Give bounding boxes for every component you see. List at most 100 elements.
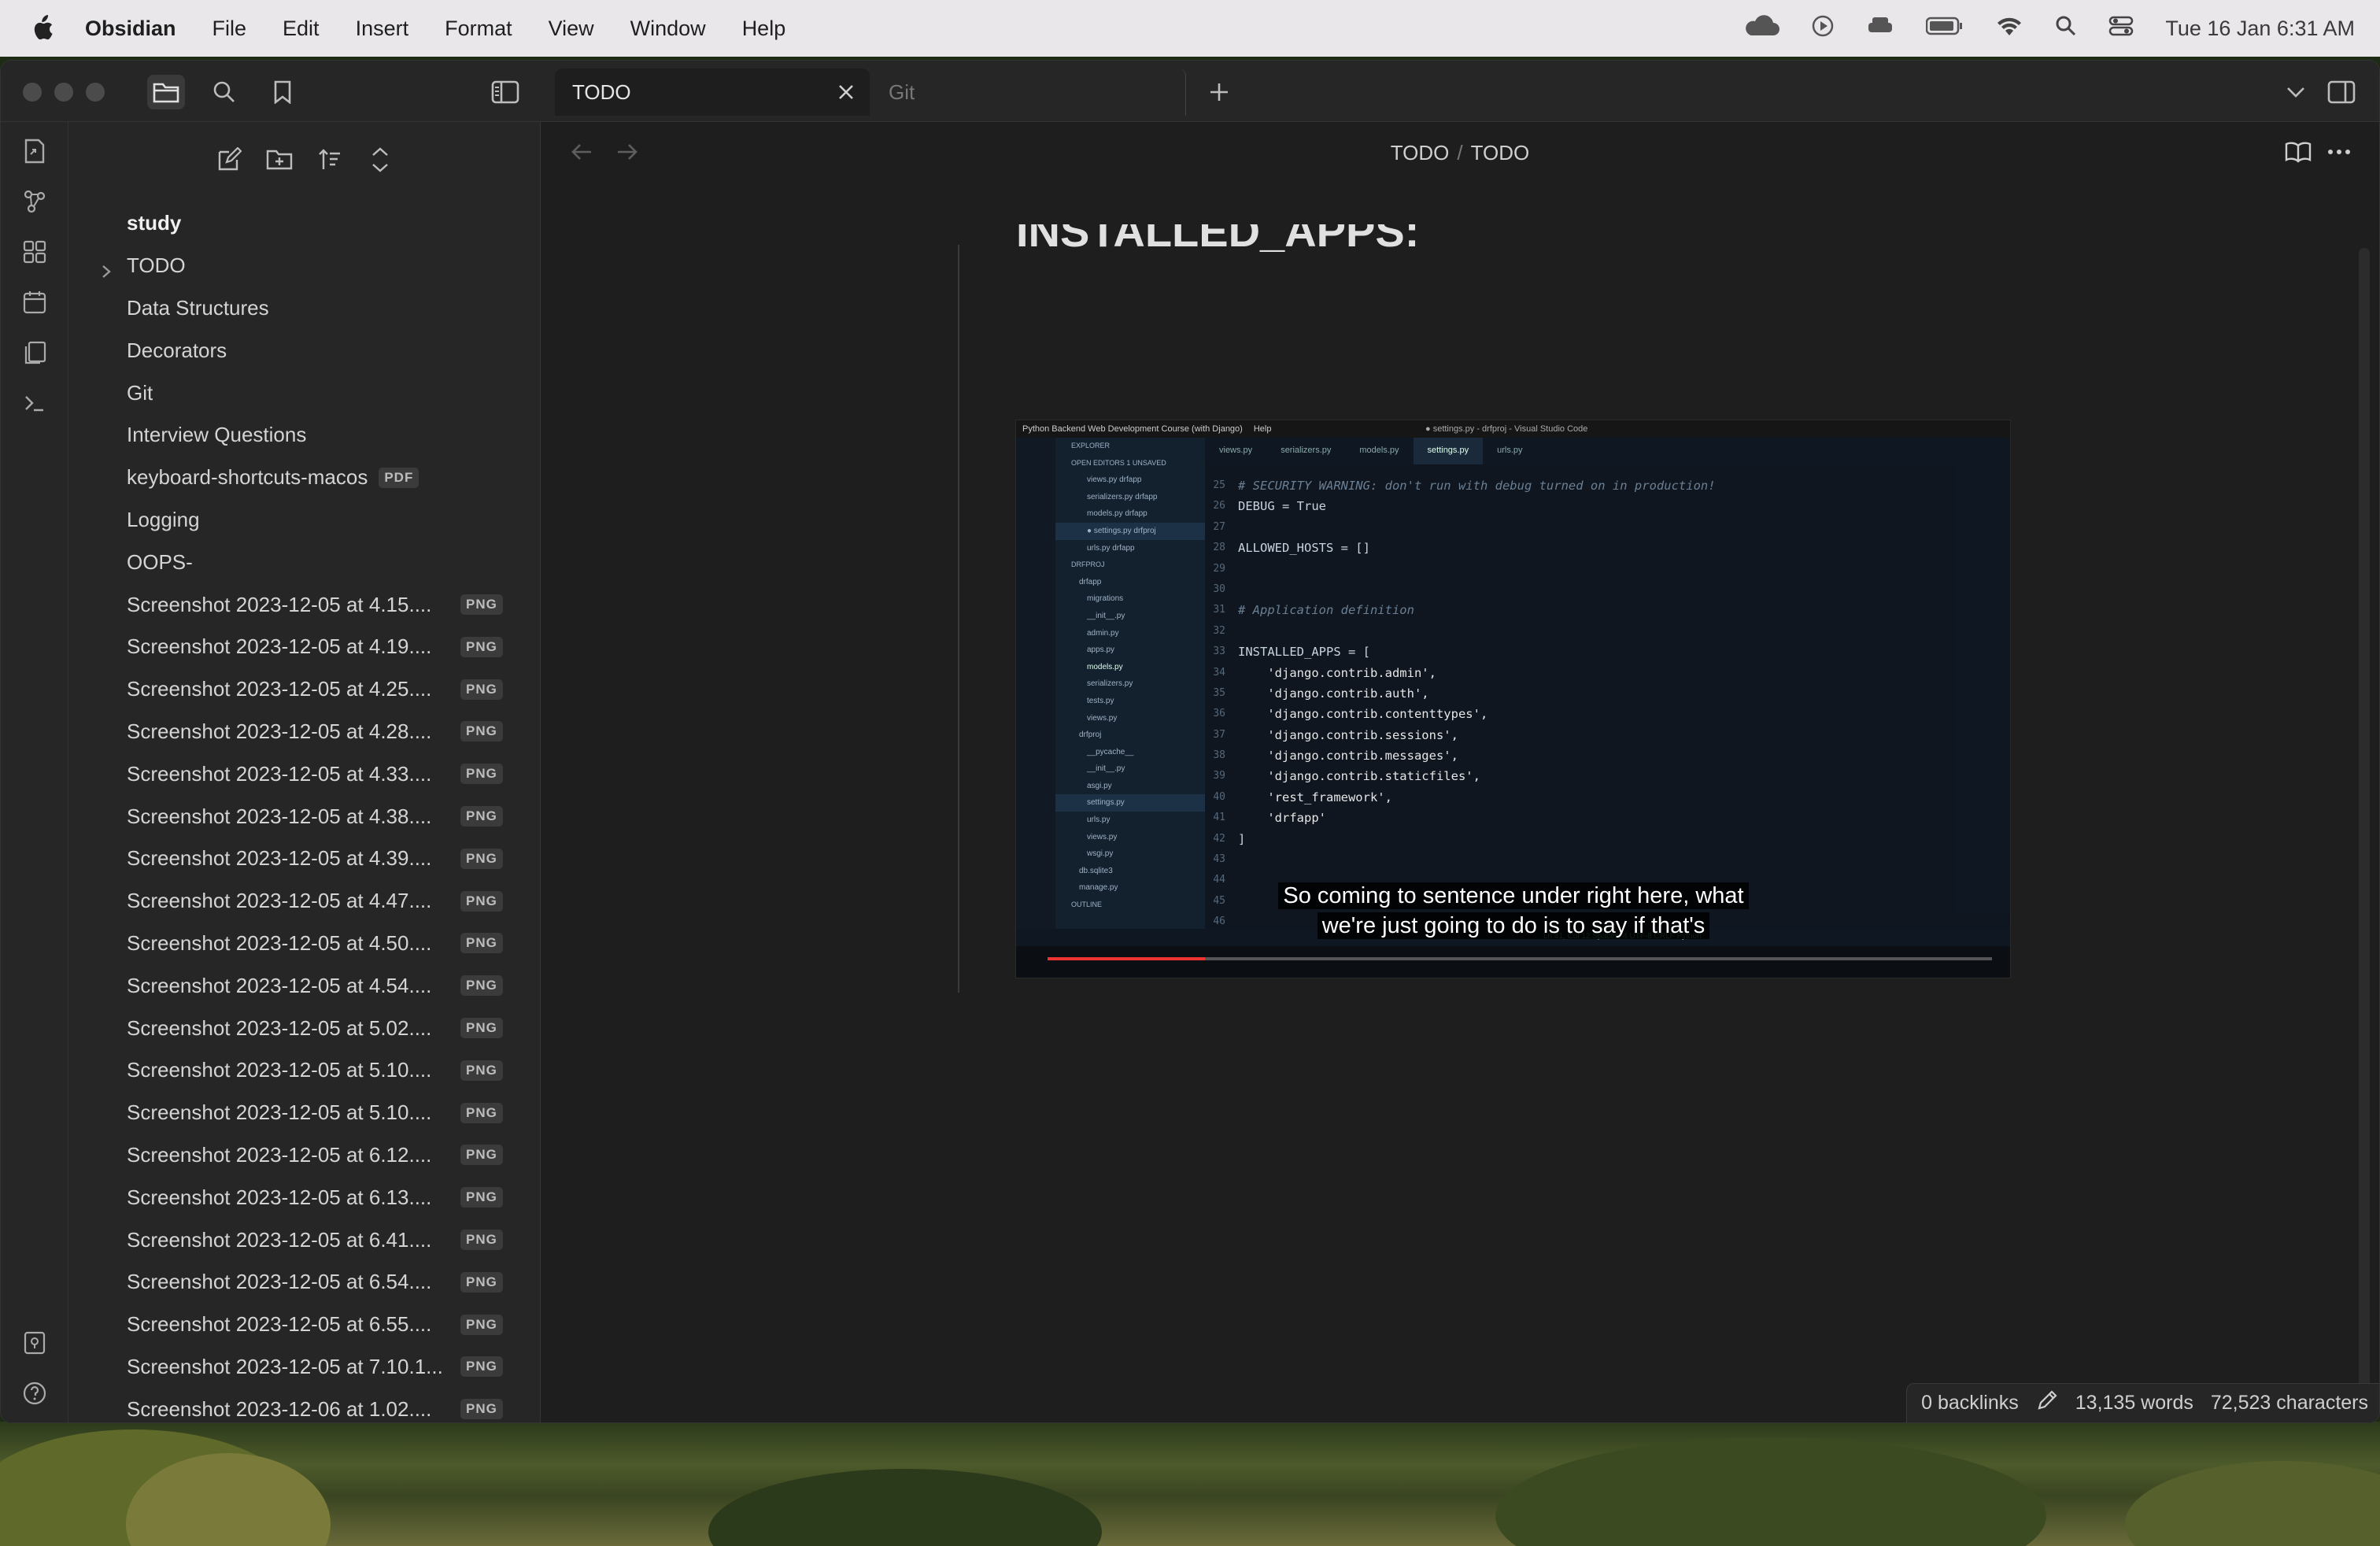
chevron-right-icon[interactable] <box>100 260 113 284</box>
file-type-badge: PNG <box>460 975 503 997</box>
battery-icon[interactable] <box>1926 17 1964 41</box>
menu-clock[interactable]: Tue 16 Jan 6:31 AM <box>2165 17 2355 41</box>
file-item[interactable]: Screenshot 2023-12-05 at 6.54.... PNG <box>68 1261 541 1304</box>
file-item[interactable]: Screenshot 2023-12-05 at 5.10.... PNG <box>68 1049 541 1092</box>
video-controls <box>1016 946 2010 978</box>
menu-edit[interactable]: Edit <box>283 17 320 41</box>
search-icon[interactable] <box>205 75 243 109</box>
collapse-sidebar-icon[interactable] <box>486 75 524 109</box>
file-item[interactable]: Screenshot 2023-12-05 at 5.02.... PNG <box>68 1007 541 1049</box>
play-icon[interactable] <box>1811 14 1835 43</box>
canvas-icon[interactable] <box>18 235 51 268</box>
line-number: 40 <box>1213 790 1225 803</box>
cloud-icon[interactable] <box>1742 14 1780 43</box>
file-item[interactable]: Screenshot 2023-12-05 at 4.54.... PNG <box>68 964 541 1007</box>
breadcrumb-current[interactable]: TODO <box>1471 141 1530 165</box>
tab-list-chevron-down-icon[interactable] <box>2280 75 2312 109</box>
vault-root-study[interactable]: study <box>68 202 541 245</box>
file-label: Screenshot 2023-12-05 at 6.55.... <box>127 1312 432 1337</box>
file-item[interactable]: Screenshot 2023-12-05 at 4.33.... PNG <box>68 753 541 795</box>
help-icon[interactable] <box>18 1377 51 1410</box>
command-palette-icon[interactable] <box>18 386 51 420</box>
minimize-window-button[interactable] <box>54 83 73 102</box>
expand-collapse-all-icon[interactable] <box>364 144 396 176</box>
file-item[interactable]: keyboard-shortcuts-macos PDF <box>68 457 541 499</box>
breadcrumb-parent[interactable]: TODO <box>1391 141 1450 165</box>
file-item[interactable]: Screenshot 2023-12-06 at 1.02.... PNG <box>68 1388 541 1422</box>
control-center-icon[interactable] <box>2108 15 2134 43</box>
file-item[interactable]: Screenshot 2023-12-05 at 4.19.... PNG <box>68 626 541 668</box>
explorer-row: urls.py drfapp <box>1087 543 1135 553</box>
file-label: Screenshot 2023-12-05 at 4.28.... <box>127 719 432 743</box>
file-item[interactable]: Git <box>68 372 541 414</box>
file-item[interactable]: Screenshot 2023-12-05 at 6.12.... PNG <box>68 1134 541 1177</box>
code-text: INSTALLED_APPS = [ <box>1238 645 1370 660</box>
menu-file[interactable]: File <box>213 17 247 41</box>
code-line: 31 # Application definition <box>1205 600 1913 620</box>
file-item[interactable]: Screenshot 2023-12-05 at 6.13.... PNG <box>68 1176 541 1219</box>
embedded-screenshot[interactable]: Python Backend Web Development Course (w… <box>1015 420 2011 978</box>
menu-window[interactable]: Window <box>630 17 706 41</box>
edit-pencil-icon[interactable] <box>2036 1389 2058 1417</box>
file-item[interactable]: Screenshot 2023-12-05 at 4.15.... PNG <box>68 583 541 626</box>
templates-icon[interactable] <box>18 336 51 369</box>
close-tab-icon[interactable] <box>837 83 856 107</box>
daily-note-calendar-icon[interactable] <box>18 286 51 319</box>
line-number: 27 <box>1213 520 1225 533</box>
code-line: 37 'django.contrib.sessions', <box>1205 725 1913 745</box>
file-item[interactable]: Screenshot 2023-12-05 at 5.10.... PNG <box>68 1092 541 1134</box>
file-item[interactable]: Screenshot 2023-12-05 at 4.38.... PNG <box>68 795 541 838</box>
more-options-icon[interactable] <box>2327 146 2351 160</box>
vscode-tab: urls.py <box>1497 446 1523 455</box>
file-item[interactable]: Screenshot 2023-12-05 at 4.25.... PNG <box>68 668 541 711</box>
new-folder-icon[interactable] <box>264 144 295 176</box>
menu-insert[interactable]: Insert <box>356 17 409 41</box>
graph-view-icon[interactable] <box>18 185 51 218</box>
menu-view[interactable]: View <box>549 17 594 41</box>
file-item[interactable]: Screenshot 2023-12-05 at 4.28.... PNG <box>68 711 541 753</box>
file-label: Screenshot 2023-12-05 at 5.02.... <box>127 1015 432 1040</box>
backlinks-count[interactable]: 0 backlinks <box>1921 1392 2019 1415</box>
file-label: OOPS- <box>127 549 193 574</box>
file-item[interactable]: Logging <box>68 499 541 542</box>
file-item[interactable]: Data Structures <box>68 287 541 330</box>
file-item[interactable]: Decorators <box>68 329 541 372</box>
file-item[interactable]: Screenshot 2023-12-05 at 7.10.1... PNG <box>68 1346 541 1389</box>
code-line: 34 'django.contrib.admin', <box>1205 663 1913 683</box>
file-item[interactable]: Screenshot 2023-12-05 at 4.47.... PNG <box>68 880 541 923</box>
file-item[interactable]: Interview Questions <box>68 414 541 457</box>
new-tab-plus-icon[interactable] <box>1202 75 1236 109</box>
vault-switcher-icon[interactable] <box>18 1326 51 1359</box>
new-note-icon[interactable] <box>213 144 245 176</box>
explorer-row: db.sqlite3 <box>1079 866 1113 875</box>
sort-order-icon[interactable] <box>314 144 346 176</box>
folder-todo[interactable]: TODO <box>68 245 541 287</box>
menu-format[interactable]: Format <box>445 17 512 41</box>
editor-scrollbar[interactable] <box>2359 248 2370 1422</box>
tab-git[interactable]: Git <box>871 68 1186 116</box>
open-quick-switcher-icon[interactable] <box>18 135 51 168</box>
word-count: 13,135 words <box>2075 1392 2193 1414</box>
reading-view-book-icon[interactable] <box>2285 141 2312 167</box>
video-subtitle: So coming to sentence under right here, … <box>1262 881 1765 941</box>
bookmarks-icon[interactable] <box>264 75 301 109</box>
code-line: 25 # SECURITY WARNING: don't run with deb… <box>1205 475 1913 496</box>
menu-help[interactable]: Help <box>742 17 786 41</box>
apple-icon[interactable] <box>28 15 55 42</box>
zoom-window-button[interactable] <box>86 83 105 102</box>
file-item[interactable]: Screenshot 2023-12-05 at 4.39.... PNG <box>68 838 541 880</box>
toggle-right-sidebar-icon[interactable] <box>2324 75 2359 109</box>
car-icon[interactable] <box>1866 15 1894 43</box>
files-icon[interactable] <box>147 75 185 109</box>
file-item[interactable]: Screenshot 2023-12-05 at 6.41.... PNG <box>68 1219 541 1261</box>
tab-todo[interactable]: TODO <box>555 68 870 116</box>
wifi-icon[interactable] <box>1995 15 2023 43</box>
menu-app-name[interactable]: Obsidian <box>85 17 176 41</box>
video-progress-bar <box>1048 957 1992 960</box>
file-label: Screenshot 2023-12-05 at 6.12.... <box>127 1142 432 1167</box>
spotlight-search-icon[interactable] <box>2055 15 2077 43</box>
file-item[interactable]: OOPS- <box>68 541 541 583</box>
close-window-button[interactable] <box>23 83 42 102</box>
file-item[interactable]: Screenshot 2023-12-05 at 4.50.... PNG <box>68 923 541 965</box>
file-item[interactable]: Screenshot 2023-12-05 at 6.55.... PNG <box>68 1304 541 1346</box>
